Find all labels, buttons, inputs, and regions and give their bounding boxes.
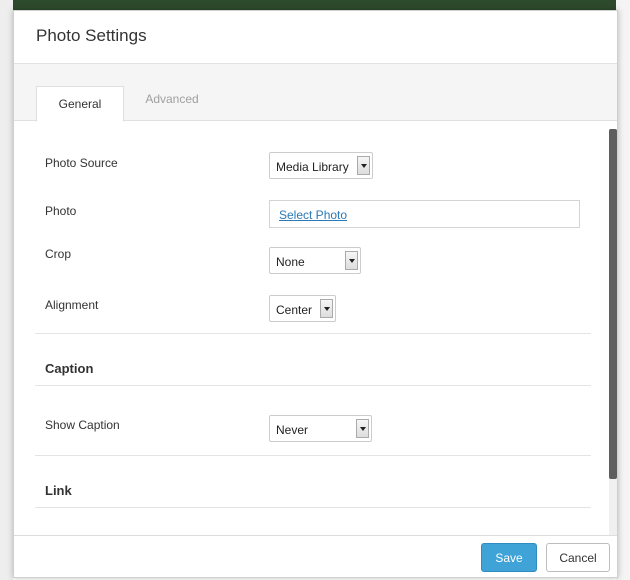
background-page-right: [616, 0, 630, 580]
tab-advanced[interactable]: Advanced: [132, 82, 212, 116]
show-caption-value: Never: [276, 423, 309, 437]
show-caption-select[interactable]: Never: [269, 415, 372, 442]
select-photo-link[interactable]: Select Photo: [279, 208, 347, 222]
photo-field: Select Photo: [269, 200, 580, 228]
alignment-label: Alignment: [45, 298, 99, 312]
save-button[interactable]: Save: [481, 543, 537, 572]
photo-source-value: Media Library: [276, 160, 349, 174]
divider: [35, 507, 591, 508]
photo-settings-dialog: Photo Settings General Advanced Photo So…: [13, 10, 618, 578]
dialog-body: Photo Source Media Library Photo Select …: [14, 121, 617, 535]
divider: [35, 333, 591, 334]
show-caption-label: Show Caption: [45, 418, 120, 432]
chevron-down-icon[interactable]: [345, 251, 358, 270]
tab-general[interactable]: General: [36, 86, 124, 122]
divider: [35, 455, 591, 456]
scrollbar-thumb[interactable]: [609, 129, 617, 479]
dialog-title: Photo Settings: [36, 26, 147, 45]
tab-bar: General Advanced: [14, 64, 617, 122]
crop-value: None: [276, 255, 305, 269]
photo-source-label: Photo Source: [45, 156, 118, 170]
crop-select[interactable]: None: [269, 247, 361, 274]
chevron-down-icon[interactable]: [356, 419, 369, 438]
chevron-down-icon[interactable]: [357, 156, 370, 175]
cancel-button[interactable]: Cancel: [546, 543, 610, 572]
chevron-down-icon[interactable]: [320, 299, 333, 318]
background-page-left: [0, 0, 13, 580]
photo-source-select[interactable]: Media Library: [269, 152, 373, 179]
crop-label: Crop: [45, 247, 72, 261]
dialog-header: Photo Settings: [14, 11, 617, 64]
dialog-footer: Save Cancel: [14, 535, 617, 577]
divider: [35, 385, 591, 386]
alignment-select[interactable]: Center: [269, 295, 336, 322]
alignment-value: Center: [276, 303, 313, 317]
photo-label: Photo: [45, 204, 77, 218]
caption-section-heading: Caption: [45, 361, 94, 376]
link-section-heading: Link: [45, 483, 72, 498]
